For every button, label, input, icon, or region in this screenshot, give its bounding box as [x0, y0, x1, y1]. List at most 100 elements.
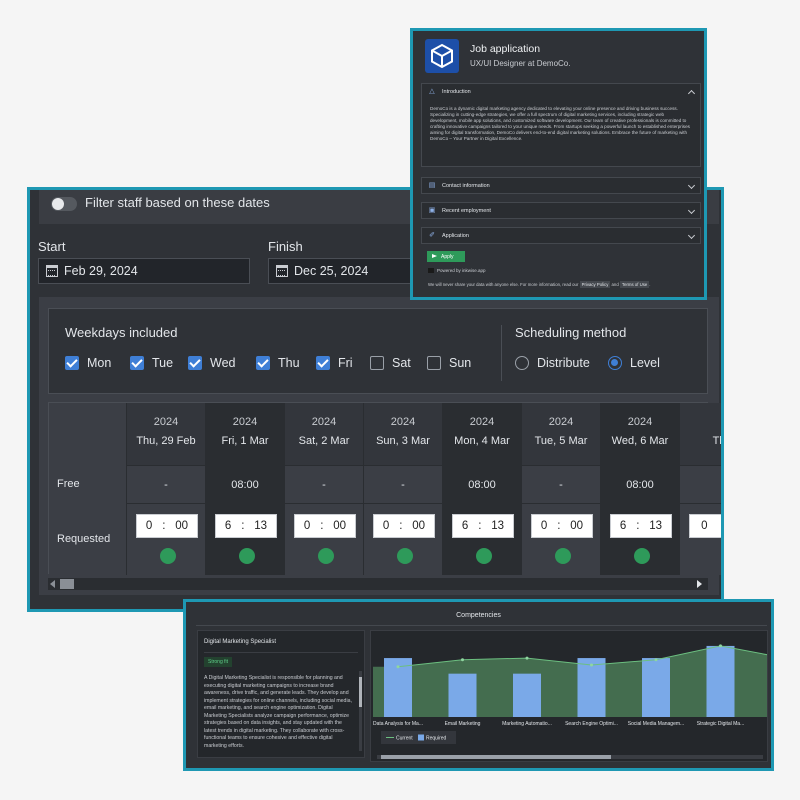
method-label: Distribute [537, 356, 590, 370]
radio-selected-icon[interactable] [608, 356, 622, 370]
accordion-recent-employment[interactable]: ▣ Recent employment [421, 202, 701, 219]
day-date: Tue, 5 Mar [534, 435, 588, 447]
id-card-icon: ▤ [428, 182, 436, 189]
free-cell: 08:00 [601, 465, 679, 503]
category-label: Strategic Digital Ma... [697, 721, 745, 727]
weekday-checkbox-3[interactable]: Thu [256, 355, 300, 371]
weekday-checkbox-5[interactable]: Sat [370, 355, 411, 371]
method-radio-0[interactable]: Distribute [515, 355, 590, 371]
time-input[interactable]: 0:00 [531, 514, 593, 538]
free-cell: 08:00 [206, 465, 284, 503]
checkbox-checked-icon[interactable] [188, 356, 202, 370]
checkbox-checked-icon[interactable] [256, 356, 270, 370]
day-column: 2024 Wed, 6 Mar 08:00 6:13 [601, 403, 680, 575]
weekday-checkbox-2[interactable]: Wed [188, 355, 235, 371]
terms-of-use-link[interactable]: Terms of Use [619, 281, 650, 288]
required-bar [513, 673, 541, 717]
current-point [461, 658, 464, 662]
finish-date-field[interactable]: Dec 25, 2024 [268, 258, 428, 284]
time-input[interactable]: 0: [689, 514, 721, 538]
scroll-thumb[interactable] [60, 579, 74, 589]
weekday-checkbox-6[interactable]: Sun [427, 355, 471, 371]
day-column: 2024 Tue, 5 Mar - 0:00 [522, 403, 601, 575]
time-input[interactable]: 6:13 [610, 514, 672, 538]
inkwise-logo-icon [428, 268, 434, 274]
category-label: Search Engine Optimi... [565, 721, 618, 727]
options-area: Weekdays included Mon Tue Wed Thu Fri Sat Sun … [39, 297, 721, 595]
weekday-label: Wed [210, 356, 236, 370]
accordion-contact-information[interactable]: ▤ Contact information [421, 177, 701, 194]
minutes-value[interactable]: 13 [491, 520, 504, 532]
hours-value[interactable]: 0 [304, 520, 310, 532]
day-date: Fri, 1 Mar [221, 435, 269, 447]
horizontal-scrollbar[interactable] [48, 578, 708, 590]
hours-value[interactable]: 0 [383, 520, 389, 532]
hours-value[interactable]: 6 [225, 520, 231, 532]
free-cell: - [522, 465, 600, 503]
time-input[interactable]: 0:00 [294, 514, 356, 538]
day-column: 2024 Sun, 3 Mar - 0:00 [364, 403, 443, 575]
hours-value[interactable]: 0 [701, 520, 707, 532]
competencies-title: Competencies [456, 612, 501, 619]
hours-value[interactable]: 6 [462, 520, 468, 532]
hours-value[interactable]: 0 [146, 520, 152, 532]
filter-toggle[interactable] [51, 197, 77, 211]
radio-empty-icon[interactable] [515, 356, 529, 370]
minutes-value[interactable]: 00 [570, 520, 583, 532]
category-label: Data Analysis for Ma... [373, 721, 423, 727]
requested-cell: 0:00 [364, 503, 442, 575]
status-dot [634, 548, 650, 564]
required-bar [706, 645, 735, 717]
current-point [654, 658, 658, 662]
schedule-grid: Free Requested 2024 Thu, 29 Feb -0:00 2024 F… [48, 402, 721, 575]
free-cell [680, 465, 721, 503]
minutes-value[interactable]: 13 [254, 520, 267, 532]
apply-button[interactable]: Apply [427, 251, 465, 262]
requested-cell: 0: [680, 503, 721, 575]
checkbox-empty-icon[interactable] [427, 356, 441, 370]
minutes-value[interactable]: 00 [412, 520, 425, 532]
accordion-application[interactable]: ✐ Application [421, 227, 701, 244]
privacy-policy-link[interactable]: Privacy Policy [579, 281, 611, 288]
accordion-header-introduction[interactable]: △ Introduction [422, 84, 700, 102]
briefcase-icon: ▣ [428, 207, 436, 214]
minutes-value[interactable]: 00 [333, 520, 346, 532]
time-input[interactable]: 0:00 [373, 514, 435, 538]
start-label: Start [38, 239, 66, 254]
hours-value[interactable]: 6 [620, 520, 626, 532]
minutes-value[interactable]: 13 [649, 520, 662, 532]
time-input[interactable]: 6:13 [215, 514, 277, 538]
scroll-left-icon[interactable] [50, 580, 55, 588]
checkbox-checked-icon[interactable] [65, 356, 79, 370]
required-bar [577, 658, 606, 717]
minutes-value[interactable]: 00 [175, 520, 188, 532]
time-input[interactable]: 0:00 [136, 514, 198, 538]
current-point [590, 663, 593, 667]
day-header: 2024 Fri, 1 Mar [206, 403, 284, 465]
method-radio-1[interactable]: Level [608, 355, 660, 371]
divider [501, 325, 502, 381]
hours-value[interactable]: 0 [541, 520, 547, 532]
day-year: 2024 [469, 416, 495, 428]
status-dot [239, 548, 255, 564]
weekday-label: Sun [449, 356, 472, 370]
weekday-checkbox-0[interactable]: Mon [65, 355, 111, 371]
vertical-scrollbar[interactable] [359, 671, 362, 751]
time-input[interactable]: 6:13 [452, 514, 514, 538]
checkbox-checked-icon[interactable] [316, 356, 330, 370]
weekday-checkbox-4[interactable]: Fri [316, 355, 353, 371]
status-dot [397, 548, 413, 564]
scroll-right-icon[interactable] [697, 580, 702, 588]
day-year: 2024 [232, 416, 258, 428]
requested-cell: 6:13 [443, 503, 521, 575]
status-dot [476, 548, 492, 564]
weekday-checkbox-1[interactable]: Tue [130, 355, 173, 371]
start-date-field[interactable]: Feb 29, 2024 [38, 258, 250, 284]
day-header: 2024 Wed, 6 Mar [601, 403, 679, 465]
status-dot [318, 548, 334, 564]
accordion-title: Application [442, 233, 469, 239]
checkbox-checked-icon[interactable] [130, 356, 144, 370]
checkbox-empty-icon[interactable] [370, 356, 384, 370]
accordion-title: Introduction [442, 89, 471, 95]
role-card: Digital Marketing Specialist Strong fit … [197, 630, 365, 758]
